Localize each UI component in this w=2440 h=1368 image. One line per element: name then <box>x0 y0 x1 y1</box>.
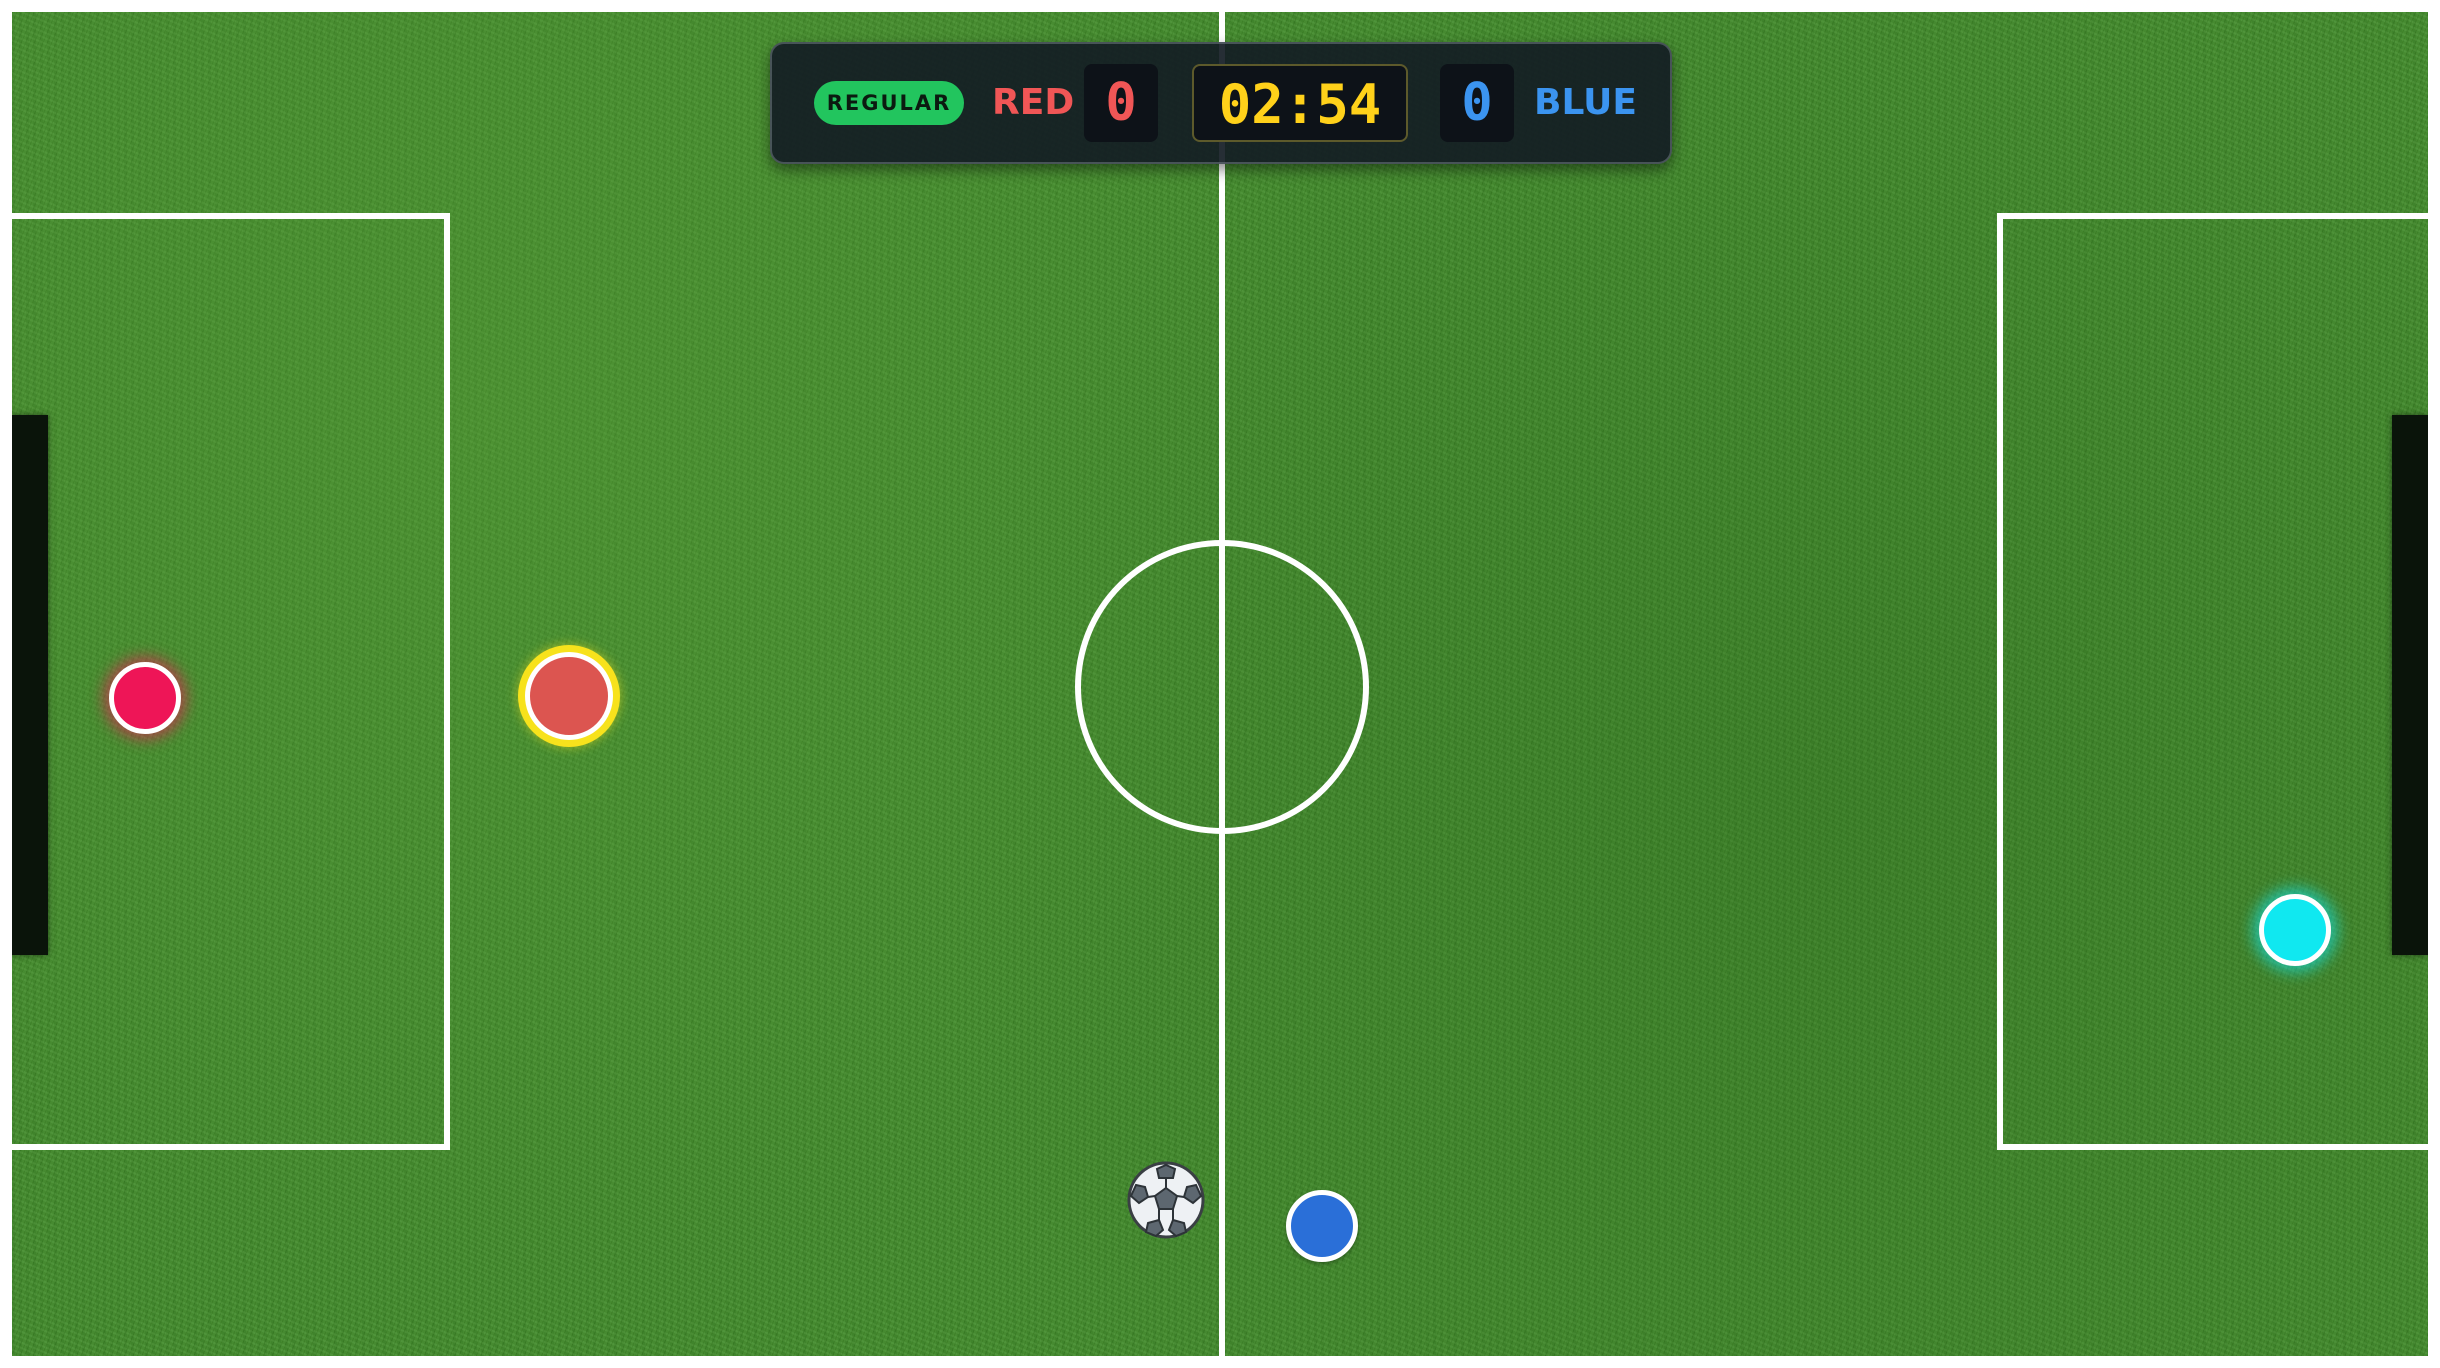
soccer-ball-icon <box>1127 1161 1205 1239</box>
red-player-controlled <box>525 652 613 740</box>
blue-team-score: 0 <box>1440 64 1514 142</box>
right-penalty-box <box>1997 213 2428 1150</box>
red-team-name: RED <box>992 82 1075 123</box>
soccer-pitch <box>12 12 2428 1356</box>
red-team-score: 0 <box>1084 64 1158 142</box>
blue-player <box>1286 1190 1358 1262</box>
right-goal <box>2392 415 2428 955</box>
blue-goalkeeper <box>2259 894 2331 966</box>
game-viewport: REGULAR RED 0 02:54 0 BLUE <box>0 0 2440 1368</box>
left-goal <box>12 415 48 955</box>
blue-team-name: BLUE <box>1534 82 1637 123</box>
red-goalkeeper <box>109 662 181 734</box>
match-timer: 02:54 <box>1192 64 1408 142</box>
game-mode-badge: REGULAR <box>814 81 964 125</box>
scoreboard: REGULAR RED 0 02:54 0 BLUE <box>770 42 1672 164</box>
left-penalty-box <box>12 213 450 1150</box>
center-circle <box>1075 540 1369 834</box>
